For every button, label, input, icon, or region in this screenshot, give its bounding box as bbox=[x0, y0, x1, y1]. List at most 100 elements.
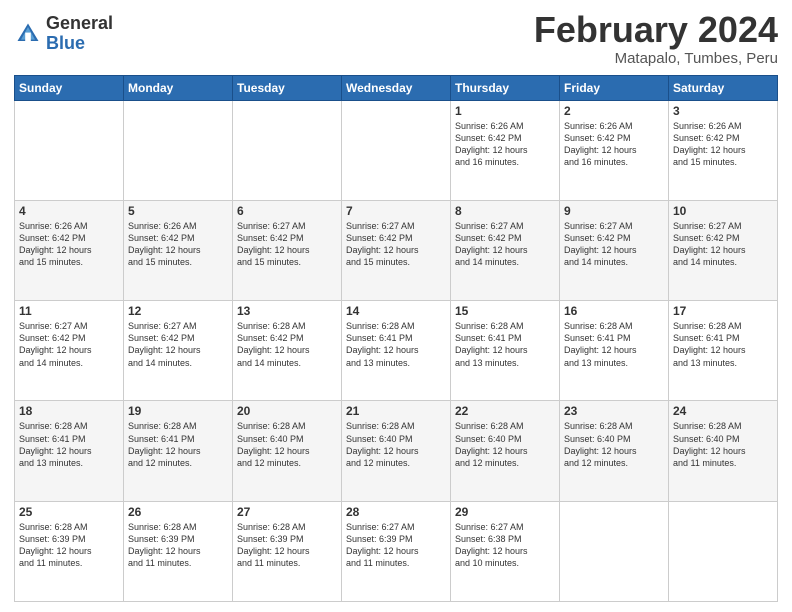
calendar-cell bbox=[669, 501, 778, 601]
calendar-cell: 25Sunrise: 6:28 AMSunset: 6:39 PMDayligh… bbox=[15, 501, 124, 601]
calendar-table: SundayMondayTuesdayWednesdayThursdayFrid… bbox=[14, 75, 778, 602]
day-info: Sunrise: 6:27 AMSunset: 6:42 PMDaylight:… bbox=[128, 320, 228, 369]
logo-text: General Blue bbox=[46, 14, 113, 54]
day-info: Sunrise: 6:26 AMSunset: 6:42 PMDaylight:… bbox=[673, 120, 773, 169]
calendar-cell: 23 Sunrise: 6:28 AMSunset: 6:40 PMDayligh… bbox=[560, 401, 669, 501]
calendar-cell: 7 Sunrise: 6:27 AMSunset: 6:42 PMDaylight… bbox=[342, 200, 451, 300]
day-number: 17 bbox=[673, 304, 773, 318]
day-number: 16 bbox=[564, 304, 664, 318]
day-number: 19 bbox=[128, 404, 228, 418]
day-info: Sunrise: 6:28 AMSunset: 6:40 PMDaylight:… bbox=[673, 420, 773, 469]
day-info: Sunrise: 6:26 AMSunset: 6:42 PMDaylight:… bbox=[455, 120, 555, 169]
day-number: 3 bbox=[673, 104, 773, 118]
calendar-cell: 6 Sunrise: 6:27 AMSunset: 6:42 PMDaylight… bbox=[233, 200, 342, 300]
day-info: Sunrise: 6:28 AMSunset: 6:41 PMDaylight:… bbox=[19, 420, 119, 469]
day-info: Sunrise: 6:28 AMSunset: 6:41 PMDaylight:… bbox=[346, 320, 446, 369]
logo-general: General bbox=[46, 14, 113, 34]
calendar-day-header: Sunday bbox=[15, 75, 124, 100]
day-info: Sunrise: 6:26 AMSunset: 6:42 PMDaylight:… bbox=[128, 220, 228, 269]
calendar-cell: 15 Sunrise: 6:28 AMSunset: 6:41 PMDayligh… bbox=[451, 301, 560, 401]
calendar-cell: 24 Sunrise: 6:28 AMSunset: 6:40 PMDayligh… bbox=[669, 401, 778, 501]
day-number: 6 bbox=[237, 204, 337, 218]
day-info: Sunrise: 6:26 AMSunset: 6:42 PMDaylight:… bbox=[19, 220, 119, 269]
day-info: Sunrise: 6:28 AMSunset: 6:41 PMDaylight:… bbox=[564, 320, 664, 369]
calendar-cell: 8Sunrise: 6:27 AMSunset: 6:42 PMDaylight… bbox=[451, 200, 560, 300]
calendar-cell: 12Sunrise: 6:27 AMSunset: 6:42 PMDayligh… bbox=[124, 301, 233, 401]
calendar-day-header: Monday bbox=[124, 75, 233, 100]
calendar-cell: 26 Sunrise: 6:28 AMSunset: 6:39 PMDayligh… bbox=[124, 501, 233, 601]
calendar-cell: 29Sunrise: 6:27 AMSunset: 6:38 PMDayligh… bbox=[451, 501, 560, 601]
day-info: Sunrise: 6:27 AMSunset: 6:42 PMDaylight:… bbox=[455, 220, 555, 269]
calendar-cell bbox=[15, 100, 124, 200]
calendar-header-row: SundayMondayTuesdayWednesdayThursdayFrid… bbox=[15, 75, 778, 100]
day-info: Sunrise: 6:27 AMSunset: 6:42 PMDaylight:… bbox=[19, 320, 119, 369]
calendar-cell bbox=[342, 100, 451, 200]
day-number: 5 bbox=[128, 204, 228, 218]
day-info: Sunrise: 6:27 AMSunset: 6:42 PMDaylight:… bbox=[673, 220, 773, 269]
day-number: 10 bbox=[673, 204, 773, 218]
header: General Blue February 2024 Matapalo, Tum… bbox=[14, 10, 778, 67]
day-info: Sunrise: 6:28 AMSunset: 6:40 PMDaylight:… bbox=[346, 420, 446, 469]
day-number: 4 bbox=[19, 204, 119, 218]
title-month: February 2024 bbox=[534, 10, 778, 50]
calendar-cell: 14 Sunrise: 6:28 AMSunset: 6:41 PMDayligh… bbox=[342, 301, 451, 401]
calendar-day-header: Wednesday bbox=[342, 75, 451, 100]
day-number: 7 bbox=[346, 204, 446, 218]
calendar-cell bbox=[124, 100, 233, 200]
page: General Blue February 2024 Matapalo, Tum… bbox=[0, 0, 792, 612]
calendar-day-header: Tuesday bbox=[233, 75, 342, 100]
logo-icon bbox=[14, 20, 42, 48]
calendar-cell: 22Sunrise: 6:28 AMSunset: 6:40 PMDayligh… bbox=[451, 401, 560, 501]
day-number: 26 bbox=[128, 505, 228, 519]
logo-blue: Blue bbox=[46, 34, 113, 54]
calendar-week-row: 18 Sunrise: 6:28 AMSunset: 6:41 PMDayligh… bbox=[15, 401, 778, 501]
day-number: 23 bbox=[564, 404, 664, 418]
calendar-cell: 20 Sunrise: 6:28 AMSunset: 6:40 PMDayligh… bbox=[233, 401, 342, 501]
calendar-day-header: Friday bbox=[560, 75, 669, 100]
calendar-week-row: 4 Sunrise: 6:26 AMSunset: 6:42 PMDaylight… bbox=[15, 200, 778, 300]
day-number: 15 bbox=[455, 304, 555, 318]
day-info: Sunrise: 6:28 AMSunset: 6:41 PMDaylight:… bbox=[673, 320, 773, 369]
day-number: 14 bbox=[346, 304, 446, 318]
day-info: Sunrise: 6:28 AMSunset: 6:40 PMDaylight:… bbox=[237, 420, 337, 469]
calendar-day-header: Saturday bbox=[669, 75, 778, 100]
calendar-week-row: 11 Sunrise: 6:27 AMSunset: 6:42 PMDayligh… bbox=[15, 301, 778, 401]
day-number: 22 bbox=[455, 404, 555, 418]
day-info: Sunrise: 6:28 AMSunset: 6:41 PMDaylight:… bbox=[128, 420, 228, 469]
day-number: 21 bbox=[346, 404, 446, 418]
day-number: 9 bbox=[564, 204, 664, 218]
day-number: 18 bbox=[19, 404, 119, 418]
day-number: 24 bbox=[673, 404, 773, 418]
calendar-cell: 21 Sunrise: 6:28 AMSunset: 6:40 PMDayligh… bbox=[342, 401, 451, 501]
calendar-week-row: 25 Sunrise: 6:28 AMSunset: 6:39 PMDayligh… bbox=[15, 501, 778, 601]
day-info: Sunrise: 6:28 AMSunset: 6:41 PMDaylight:… bbox=[455, 320, 555, 369]
calendar-cell: 18 Sunrise: 6:28 AMSunset: 6:41 PMDayligh… bbox=[15, 401, 124, 501]
day-number: 11 bbox=[19, 304, 119, 318]
day-info: Sunrise: 6:28 AMSunset: 6:42 PMDaylight:… bbox=[237, 320, 337, 369]
calendar-cell: 1Sunrise: 6:26 AMSunset: 6:42 PMDaylight… bbox=[451, 100, 560, 200]
calendar-cell: 16 Sunrise: 6:28 AMSunset: 6:41 PMDayligh… bbox=[560, 301, 669, 401]
day-info: Sunrise: 6:28 AMSunset: 6:39 PMDaylight:… bbox=[237, 521, 337, 570]
day-info: Sunrise: 6:27 AMSunset: 6:42 PMDaylight:… bbox=[346, 220, 446, 269]
day-number: 27 bbox=[237, 505, 337, 519]
day-number: 25 bbox=[19, 505, 119, 519]
calendar-week-row: 1Sunrise: 6:26 AMSunset: 6:42 PMDaylight… bbox=[15, 100, 778, 200]
day-info: Sunrise: 6:28 AMSunset: 6:39 PMDaylight:… bbox=[128, 521, 228, 570]
day-number: 20 bbox=[237, 404, 337, 418]
calendar-cell: 3 Sunrise: 6:26 AMSunset: 6:42 PMDaylight… bbox=[669, 100, 778, 200]
day-info: Sunrise: 6:27 AMSunset: 6:39 PMDaylight:… bbox=[346, 521, 446, 570]
day-info: Sunrise: 6:28 AMSunset: 6:40 PMDaylight:… bbox=[564, 420, 664, 469]
calendar-day-header: Thursday bbox=[451, 75, 560, 100]
calendar-cell: 9 Sunrise: 6:27 AMSunset: 6:42 PMDaylight… bbox=[560, 200, 669, 300]
logo: General Blue bbox=[14, 14, 113, 54]
day-number: 2 bbox=[564, 104, 664, 118]
day-number: 28 bbox=[346, 505, 446, 519]
calendar-cell: 11 Sunrise: 6:27 AMSunset: 6:42 PMDayligh… bbox=[15, 301, 124, 401]
calendar-cell bbox=[560, 501, 669, 601]
calendar-cell: 28 Sunrise: 6:27 AMSunset: 6:39 PMDayligh… bbox=[342, 501, 451, 601]
day-number: 13 bbox=[237, 304, 337, 318]
calendar-cell: 10 Sunrise: 6:27 AMSunset: 6:42 PMDayligh… bbox=[669, 200, 778, 300]
day-info: Sunrise: 6:27 AMSunset: 6:42 PMDaylight:… bbox=[564, 220, 664, 269]
day-info: Sunrise: 6:27 AMSunset: 6:42 PMDaylight:… bbox=[237, 220, 337, 269]
calendar-cell: 4 Sunrise: 6:26 AMSunset: 6:42 PMDaylight… bbox=[15, 200, 124, 300]
